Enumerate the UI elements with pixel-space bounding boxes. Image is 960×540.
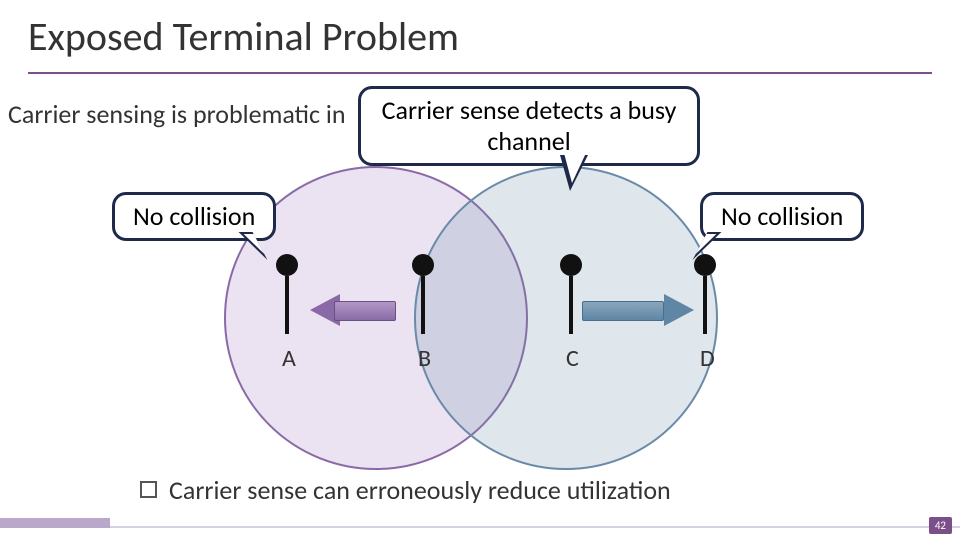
node-label-a: A (282, 344, 296, 373)
node-b-stick (421, 276, 425, 334)
title-underline (28, 72, 932, 74)
node-label-b: B (418, 344, 431, 373)
slide-title: Exposed Terminal Problem (28, 12, 459, 61)
bullet-box-icon (140, 481, 157, 498)
callout-tail-icon (560, 155, 588, 191)
callout-no-collision-right: No collision (700, 192, 864, 241)
subtitle: Carrier sensing is problematic in (8, 98, 346, 130)
page-number: 42 (929, 517, 952, 534)
node-a-stick (285, 276, 289, 334)
arrow-c-to-d (582, 294, 694, 326)
node-c-dot (560, 254, 582, 276)
arrow-body (582, 301, 664, 321)
arrow-b-to-a (310, 294, 396, 326)
arrow-head-icon (664, 294, 694, 326)
node-b-dot (412, 254, 434, 276)
node-c-stick (569, 276, 573, 334)
node-label-d: D (700, 344, 715, 373)
node-d-stick (703, 276, 707, 334)
footer-accent (0, 518, 110, 528)
bullet-conclusion: Carrier sense can erroneously reduce uti… (140, 474, 671, 506)
node-a-dot (276, 254, 298, 276)
node-label-c: C (566, 344, 579, 373)
bullet-text: Carrier sense can erroneously reduce uti… (169, 474, 671, 506)
arrow-body (334, 301, 396, 321)
footer-line (0, 526, 960, 528)
callout-busy-channel: Carrier sense detects a busy channel (358, 86, 700, 166)
slide: Exposed Terminal Problem Carrier sensing… (0, 0, 960, 540)
